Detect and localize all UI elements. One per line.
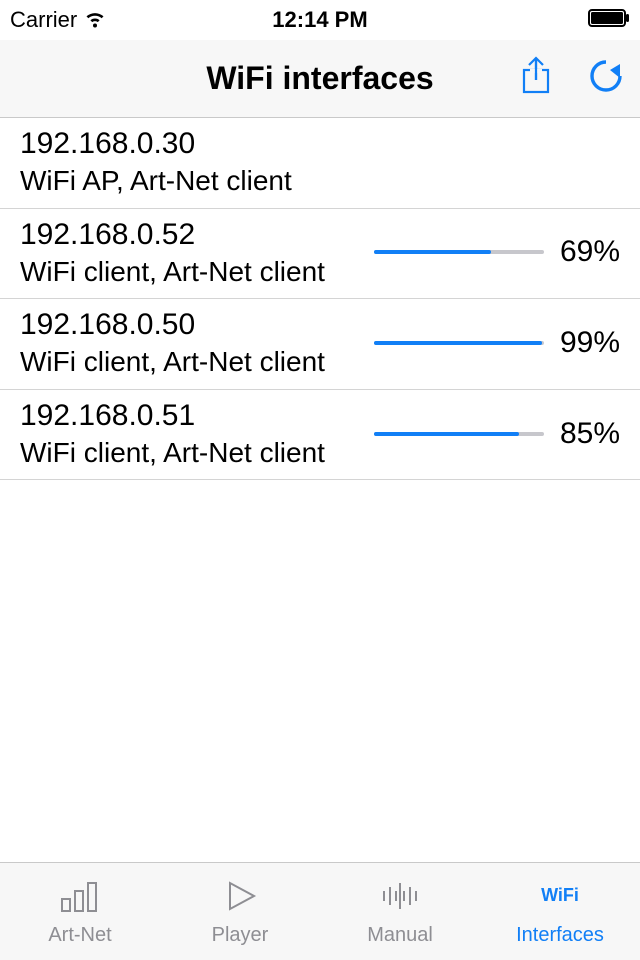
tab-player[interactable]: Player xyxy=(160,863,320,960)
wifi-icon xyxy=(83,5,107,35)
carrier-label: Carrier xyxy=(10,7,77,33)
tab-label: Art-Net xyxy=(48,924,111,947)
tab-label: Manual xyxy=(367,924,433,947)
svg-text:WiFi: WiFi xyxy=(541,885,579,905)
interface-row[interactable]: 192.168.0.30WiFi AP, Art-Net client xyxy=(0,118,640,209)
status-bar: Carrier 12:14 PM xyxy=(0,0,640,40)
tab-interfaces[interactable]: WiFi Interfaces xyxy=(480,863,640,960)
status-left: Carrier xyxy=(10,5,107,35)
status-right xyxy=(588,7,630,33)
row-ip: 192.168.0.52 xyxy=(20,217,358,253)
tab-manual[interactable]: Manual xyxy=(320,863,480,960)
progress-percent: 69% xyxy=(552,235,620,269)
player-icon xyxy=(216,877,264,920)
refresh-button[interactable] xyxy=(584,54,628,103)
row-progress-container: 85% xyxy=(374,417,620,451)
nav-actions xyxy=(514,54,628,103)
interface-row[interactable]: 192.168.0.50WiFi client, Art-Net client 9… xyxy=(0,299,640,390)
share-button[interactable] xyxy=(514,54,558,103)
row-progress-container: 99% xyxy=(374,326,620,360)
progress-bar xyxy=(374,341,544,345)
artnet-icon xyxy=(56,877,104,920)
progress-bar xyxy=(374,432,544,436)
row-ip: 192.168.0.51 xyxy=(20,398,358,434)
row-description: WiFi client, Art-Net client xyxy=(20,436,358,470)
interface-row[interactable]: 192.168.0.51WiFi client, Art-Net client 8… xyxy=(0,390,640,481)
tab-label: Player xyxy=(212,924,269,947)
row-text: 192.168.0.52WiFi client, Art-Net client xyxy=(20,217,358,289)
row-description: WiFi client, Art-Net client xyxy=(20,345,358,379)
row-ip: 192.168.0.30 xyxy=(20,126,620,162)
progress-fill xyxy=(374,432,519,436)
row-ip: 192.168.0.50 xyxy=(20,307,358,343)
row-description: WiFi client, Art-Net client xyxy=(20,255,358,289)
interfaces-icon: WiFi xyxy=(536,877,584,920)
row-text: 192.168.0.30WiFi AP, Art-Net client xyxy=(20,126,620,198)
row-progress-container: 69% xyxy=(374,235,620,269)
navigation-bar: WiFi interfaces xyxy=(0,40,640,118)
tab-label: Interfaces xyxy=(516,924,604,947)
status-time: 12:14 PM xyxy=(272,7,367,33)
battery-icon xyxy=(588,7,630,33)
progress-percent: 85% xyxy=(552,417,620,451)
row-text: 192.168.0.51WiFi client, Art-Net client xyxy=(20,398,358,470)
row-description: WiFi AP, Art-Net client xyxy=(20,164,620,198)
manual-icon xyxy=(376,877,424,920)
interface-row[interactable]: 192.168.0.52WiFi client, Art-Net client 6… xyxy=(0,209,640,300)
row-text: 192.168.0.50WiFi client, Art-Net client xyxy=(20,307,358,379)
progress-fill xyxy=(374,250,491,254)
progress-fill xyxy=(374,341,542,345)
progress-percent: 99% xyxy=(552,326,620,360)
tab-artnet[interactable]: Art-Net xyxy=(0,863,160,960)
tab-bar: Art-Net Player Manual WiFi Interfaces xyxy=(0,862,640,960)
interfaces-list[interactable]: 192.168.0.30WiFi AP, Art-Net client192.1… xyxy=(0,118,640,862)
progress-bar xyxy=(374,250,544,254)
page-title: WiFi interfaces xyxy=(206,60,433,97)
